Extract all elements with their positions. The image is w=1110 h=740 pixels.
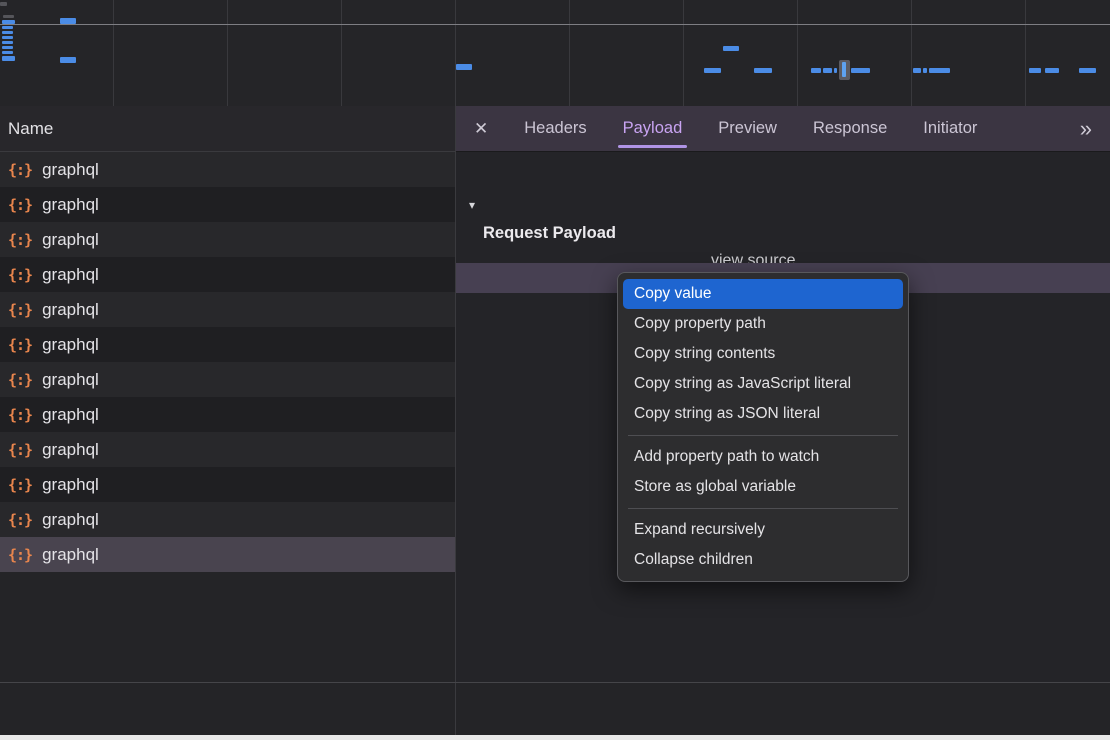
request-name-label: graphql <box>42 160 99 180</box>
request-timing-bar <box>1045 68 1059 73</box>
json-braces-icon: {:} <box>8 336 32 354</box>
network-request-row[interactable]: {:} graphql <box>0 152 455 187</box>
context-menu: Copy valueCopy property pathCopy string … <box>617 272 909 582</box>
request-timing-bar <box>2 46 13 49</box>
json-braces-icon: {:} <box>8 161 32 179</box>
network-request-row[interactable]: {:} graphql <box>0 222 455 257</box>
network-request-row[interactable]: {:} graphql <box>0 187 455 222</box>
request-timing-bar <box>704 68 721 73</box>
tree-row-root-object[interactable]: ▼ {operationName: "ipFlowTimeseries", va… <box>456 200 1110 228</box>
menu-item-add-property-path-to-watch[interactable]: Add property path to watch <box>618 442 908 472</box>
request-timing-bar <box>929 68 950 73</box>
menu-item-copy-string-contents[interactable]: Copy string contents <box>618 339 908 369</box>
request-list-panel: Name {:} graphql {:} graphql {:} graphql {:} gr… <box>0 106 455 682</box>
request-timing-bar <box>2 31 13 34</box>
request-name-label: graphql <box>42 440 99 460</box>
name-column-header[interactable]: Name <box>0 106 455 152</box>
request-timing-bar <box>1079 68 1096 73</box>
menu-item-store-as-global-variable[interactable]: Store as global variable <box>618 472 908 502</box>
request-payload-section[interactable]: ▾ Request Payload view source <box>456 163 1110 191</box>
network-request-row[interactable]: {:} graphql <box>0 432 455 467</box>
request-timing-bar <box>2 26 13 29</box>
request-name-label: graphql <box>42 475 99 495</box>
request-timing-bar <box>823 68 832 73</box>
request-name-label: graphql <box>42 195 99 215</box>
json-braces-icon: {:} <box>8 231 32 249</box>
footer-divider <box>0 682 1110 683</box>
menu-divider <box>628 508 898 509</box>
request-name-label: graphql <box>42 370 99 390</box>
request-list: {:} graphql {:} graphql {:} graphql {:} graphql… <box>0 152 455 572</box>
menu-item-copy-string-as-javascript-literal[interactable]: Copy string as JavaScript literal <box>618 369 908 399</box>
name-column-label: Name <box>8 119 53 139</box>
network-request-row[interactable]: {:} graphql <box>0 537 455 572</box>
request-timing-bar <box>754 68 772 73</box>
request-name-label: graphql <box>42 265 99 285</box>
json-braces-icon: {:} <box>8 301 32 319</box>
tab-headers[interactable]: Headers <box>524 106 586 151</box>
menu-item-copy-property-path[interactable]: Copy property path <box>618 309 908 339</box>
gray-tick-bar <box>3 15 14 18</box>
request-timing-bar <box>851 68 870 73</box>
json-braces-icon: {:} <box>8 406 32 424</box>
request-timing-bar <box>456 64 472 70</box>
network-request-row[interactable]: {:} graphql <box>0 362 455 397</box>
network-request-row[interactable]: {:} graphql <box>0 292 455 327</box>
request-timing-bar <box>2 51 13 54</box>
request-timing-bar <box>834 68 837 73</box>
network-request-row[interactable]: {:} graphql <box>0 257 455 292</box>
network-request-row[interactable]: {:} graphql <box>0 397 455 432</box>
page-edge-strip <box>0 735 1110 740</box>
json-braces-icon: {:} <box>8 266 32 284</box>
json-braces-icon: {:} <box>8 441 32 459</box>
close-icon[interactable]: ✕ <box>474 119 488 139</box>
request-timing-bar <box>913 68 921 73</box>
request-timing-bar <box>60 57 76 63</box>
request-timing-bar <box>2 41 13 44</box>
menu-item-copy-string-as-json-literal[interactable]: Copy string as JSON literal <box>618 399 908 429</box>
json-braces-icon: {:} <box>8 476 32 494</box>
request-timing-bar <box>923 68 927 73</box>
devtools-network-panel: Name {:} graphql {:} graphql {:} graphql {:} gr… <box>0 0 1110 740</box>
request-name-label: graphql <box>42 510 99 530</box>
gray-tick-bar <box>0 2 7 6</box>
request-timing-bar <box>60 18 76 24</box>
menu-item-collapse-children[interactable]: Collapse children <box>618 545 908 575</box>
detail-tab-bar: ✕ Headers Payload Preview Response Initiator… <box>456 106 1110 152</box>
menu-divider <box>628 435 898 436</box>
request-timing-bar <box>2 20 15 24</box>
request-name-label: graphql <box>42 405 99 425</box>
request-timing-bar <box>1029 68 1041 73</box>
json-braces-icon: {:} <box>8 196 32 214</box>
request-timing-bar <box>2 56 15 61</box>
overview-lane-divider <box>0 24 1110 25</box>
request-name-label: graphql <box>42 335 99 355</box>
request-timing-bar <box>723 46 739 51</box>
tab-preview[interactable]: Preview <box>718 106 777 151</box>
network-request-row[interactable]: {:} graphql <box>0 467 455 502</box>
request-timing-bar <box>2 36 13 39</box>
menu-item-copy-value[interactable]: Copy value <box>623 279 903 309</box>
request-name-label: graphql <box>42 230 99 250</box>
json-braces-icon: {:} <box>8 546 32 564</box>
request-name-label: graphql <box>42 300 99 320</box>
menu-item-expand-recursively[interactable]: Expand recursively <box>618 515 908 545</box>
tree-row-operation-name[interactable]: operationName: "ipFlowTimeseries" <box>456 231 1110 259</box>
network-overview-timeline[interactable] <box>0 0 1110 106</box>
json-braces-icon: {:} <box>8 371 32 389</box>
more-tabs-icon[interactable]: » <box>1080 118 1092 140</box>
request-name-label: graphql <box>42 545 99 565</box>
tab-payload[interactable]: Payload <box>623 106 683 151</box>
tab-response[interactable]: Response <box>813 106 887 151</box>
network-request-row[interactable]: {:} graphql <box>0 502 455 537</box>
selected-request-marker <box>842 62 846 77</box>
tab-initiator[interactable]: Initiator <box>923 106 977 151</box>
json-braces-icon: {:} <box>8 511 32 529</box>
network-request-row[interactable]: {:} graphql <box>0 327 455 362</box>
request-timing-bar <box>811 68 821 73</box>
